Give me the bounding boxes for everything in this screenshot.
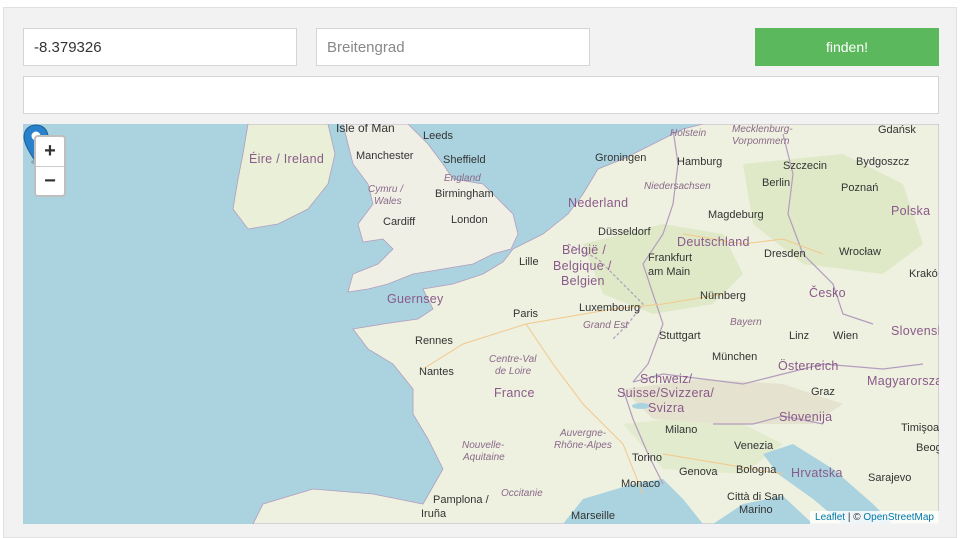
map-label: Vorpommern bbox=[732, 136, 790, 147]
map-label: Magyarorsza bbox=[867, 374, 939, 388]
zoom-control: + − bbox=[34, 135, 66, 197]
map-label: Poznań bbox=[841, 182, 879, 194]
map-label: Cymru / bbox=[368, 184, 403, 195]
longitude-input[interactable] bbox=[23, 28, 297, 66]
map-label: Lille bbox=[519, 256, 539, 268]
map-label: Centre-Val bbox=[489, 354, 537, 365]
map-label: Sheffield bbox=[443, 154, 486, 166]
map-label: Grand Est bbox=[583, 320, 629, 331]
map-label: Hamburg bbox=[677, 156, 723, 168]
map-label: Deutschland bbox=[677, 235, 750, 249]
map-label: Bydgoszcz bbox=[856, 156, 910, 168]
map-label: Wien bbox=[833, 330, 859, 342]
map-label: Belgien bbox=[561, 274, 605, 288]
map-label: Česko bbox=[809, 286, 846, 300]
map-label: Torino bbox=[632, 452, 662, 464]
map-label: Genova bbox=[679, 466, 718, 478]
map-label: Österreich bbox=[778, 359, 839, 373]
map-label: Svizra bbox=[648, 401, 685, 415]
leaflet-link[interactable]: Leaflet bbox=[815, 512, 845, 523]
map-label: Holstein bbox=[670, 128, 707, 139]
latitude-input[interactable] bbox=[316, 28, 590, 66]
zoom-out-button[interactable]: − bbox=[36, 166, 64, 196]
map-label: Linz bbox=[789, 330, 810, 342]
map-label: Marseille bbox=[571, 510, 616, 522]
map-label: London bbox=[451, 214, 488, 226]
map-label: Cardiff bbox=[383, 216, 416, 228]
map-label: Hrvatska bbox=[791, 466, 843, 480]
map-label: Leeds bbox=[423, 130, 453, 142]
attribution-separator: | © bbox=[845, 512, 864, 523]
map-label: Nürnberg bbox=[700, 290, 746, 302]
map-label: Wrocław bbox=[839, 246, 881, 258]
map-label: Sarajevo bbox=[868, 472, 912, 484]
map-label: Gdańsk bbox=[878, 124, 916, 136]
map-label: Occitanie bbox=[501, 488, 543, 499]
map-label: München bbox=[712, 351, 758, 363]
map-label: Szczecin bbox=[783, 160, 828, 172]
map-label: Pamplona / bbox=[433, 494, 489, 506]
map-label: Beog bbox=[916, 442, 939, 454]
map-label: Groningen bbox=[595, 152, 647, 164]
map-label: Paris bbox=[513, 308, 539, 320]
map-label: Krakó bbox=[909, 268, 938, 280]
map-label: Rennes bbox=[415, 335, 453, 347]
map-label: Graz bbox=[811, 386, 835, 398]
map-label: Nouvelle- bbox=[462, 440, 505, 451]
map-label: Bayern bbox=[730, 317, 762, 328]
map-label: Slovensk bbox=[891, 324, 939, 338]
map-label: Dresden bbox=[764, 248, 806, 260]
map-label: Slovenija bbox=[779, 410, 833, 424]
map-label: Mecklenburg- bbox=[732, 124, 793, 135]
find-button[interactable]: finden! bbox=[755, 28, 939, 66]
map-label: België / bbox=[562, 243, 607, 257]
map-label: Marino bbox=[739, 504, 773, 516]
openstreetmap-link[interactable]: OpenStreetMap bbox=[863, 512, 934, 523]
map-label: Suisse/Svizzera/ bbox=[617, 386, 715, 400]
map-label: Polska bbox=[891, 204, 931, 218]
map-label: Wales bbox=[374, 196, 402, 207]
map-label: Rhône-Alpes bbox=[554, 440, 612, 451]
map-label: Auvergne- bbox=[560, 428, 607, 439]
map-label: Magdeburg bbox=[708, 209, 764, 221]
map-label: Bologna bbox=[736, 464, 777, 476]
map-label: Iruña bbox=[421, 508, 447, 520]
result-field[interactable] bbox=[23, 76, 939, 114]
map-label: Birmingham bbox=[435, 188, 494, 200]
map-label: Timişoa bbox=[901, 422, 939, 434]
map-label: Milano bbox=[665, 424, 698, 436]
map-label: Schweiz/ bbox=[640, 372, 693, 386]
map-label: Nantes bbox=[419, 366, 454, 378]
map-label: Frankfurt bbox=[648, 252, 693, 264]
map-label: Isle of Man bbox=[336, 124, 395, 135]
map-view[interactable]: Isle of Man Leeds Éire / Ireland Manches… bbox=[23, 124, 939, 524]
map-label: Nederland bbox=[568, 196, 629, 210]
map-label: Stuttgart bbox=[659, 330, 701, 342]
map-label: Aquitaine bbox=[463, 452, 505, 463]
map-label: Luxembourg bbox=[579, 302, 641, 314]
map-attribution: Leaflet | © OpenStreetMap bbox=[810, 511, 939, 524]
map-label: France bbox=[494, 386, 535, 400]
map-label: am Main bbox=[648, 266, 691, 278]
map-label: Venezia bbox=[734, 440, 774, 452]
map-tiles bbox=[232, 124, 939, 524]
map-label: de Loire bbox=[495, 366, 532, 377]
map-label: England bbox=[444, 173, 481, 184]
map-label: Manchester bbox=[356, 150, 414, 162]
map-label: Guernsey bbox=[387, 292, 444, 306]
zoom-in-button[interactable]: + bbox=[36, 137, 64, 166]
map-label: Berlin bbox=[762, 177, 791, 189]
map-label: Città di San bbox=[727, 491, 784, 503]
map-label: Niedersachsen bbox=[644, 181, 711, 192]
map-label: Monaco bbox=[621, 478, 661, 490]
map-label: Éire / Ireland bbox=[249, 152, 325, 166]
map-label: Düsseldorf bbox=[598, 226, 651, 238]
map-label: Belgique / bbox=[553, 259, 612, 273]
